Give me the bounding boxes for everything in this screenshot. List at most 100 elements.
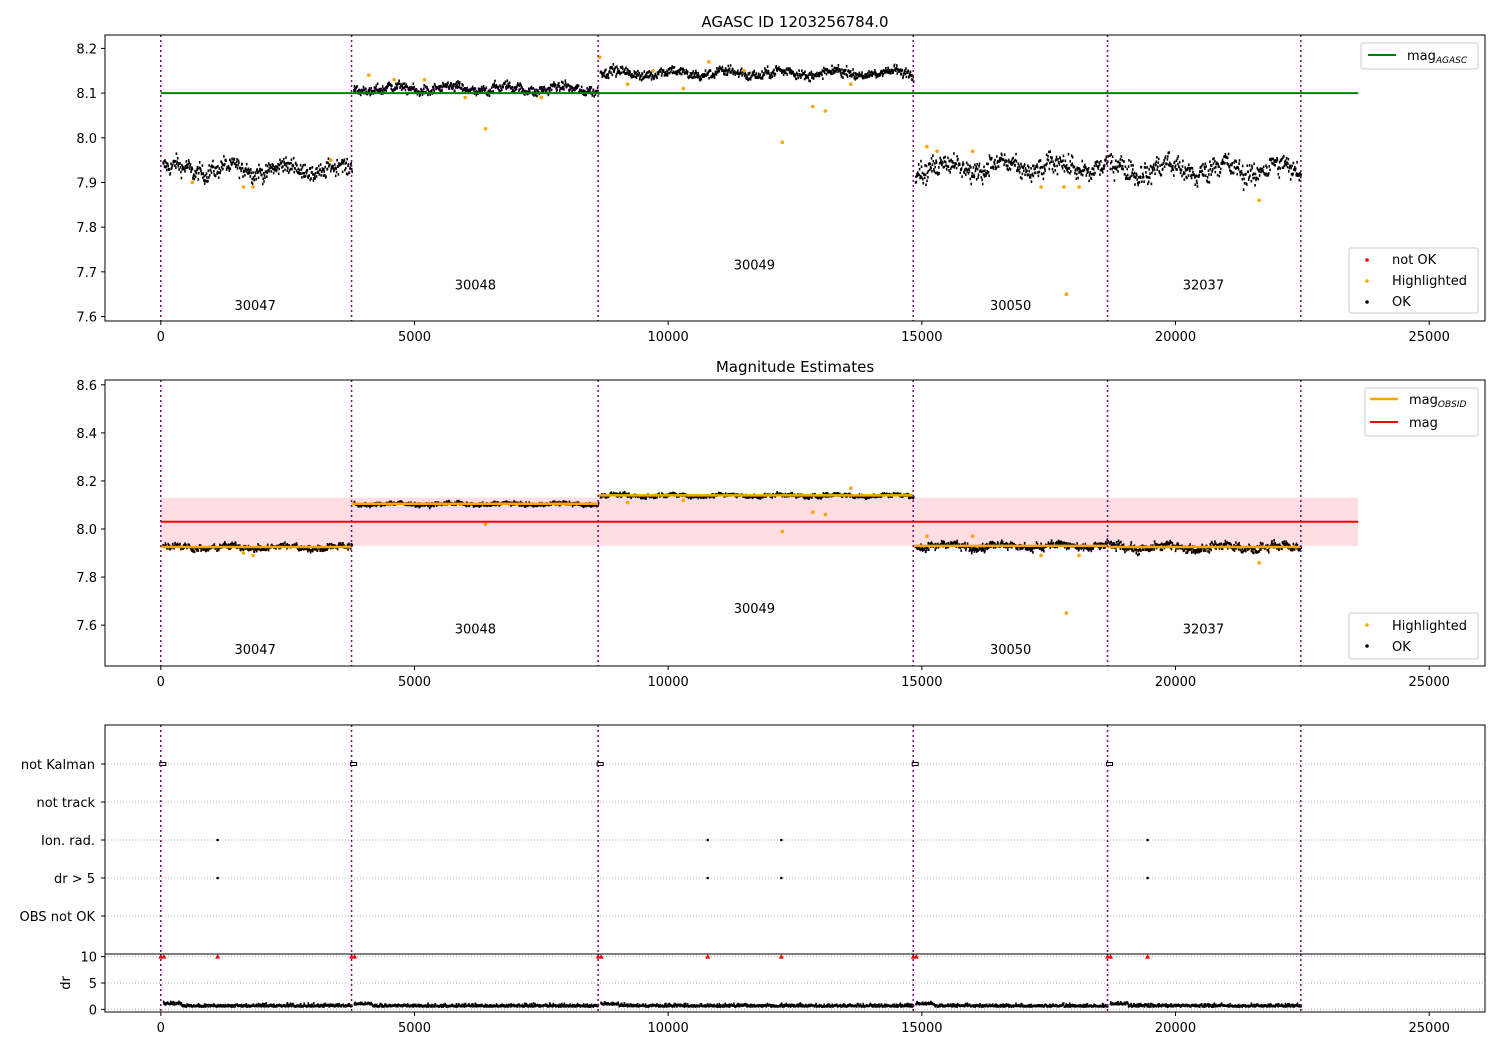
- ok-point: [1028, 169, 1030, 173]
- ok-point: [1118, 541, 1121, 545]
- ok-point: [1229, 542, 1231, 545]
- ok-point: [170, 162, 172, 166]
- ok-point: [574, 88, 576, 92]
- ok-point: [1068, 166, 1071, 170]
- ok-point: [177, 164, 179, 168]
- ok-point: [868, 70, 870, 73]
- ok-point: [334, 174, 337, 178]
- ok-point: [1062, 159, 1064, 162]
- ok-point: [1063, 170, 1066, 173]
- ok-point: [325, 161, 328, 164]
- ok-point: [1245, 172, 1247, 176]
- ok-point: [663, 70, 665, 73]
- ok-point: [1235, 541, 1237, 544]
- ok-point: [721, 65, 724, 69]
- ok-point: [732, 67, 734, 71]
- ok-point: [920, 165, 923, 168]
- highlighted-point: [651, 69, 655, 73]
- ok-point: [1007, 168, 1009, 172]
- ok-point: [261, 168, 263, 172]
- ok-point: [1215, 165, 1217, 169]
- ok-point: [817, 72, 820, 75]
- ok-point: [283, 161, 285, 164]
- ok-point: [1144, 166, 1147, 169]
- ok-point: [973, 175, 976, 179]
- ok-point: [562, 81, 564, 84]
- ok-point: [1229, 163, 1232, 166]
- ok-point: [504, 80, 507, 84]
- ok-point: [915, 180, 918, 184]
- ok-point: [312, 173, 314, 176]
- ok-point: [1141, 180, 1143, 183]
- ok-point: [1139, 176, 1142, 179]
- ok-point: [1202, 162, 1204, 166]
- ok-point: [1243, 177, 1245, 181]
- ok-point: [670, 68, 673, 71]
- ok-point: [839, 69, 841, 72]
- ok-point: [759, 73, 762, 76]
- ok-point: [1287, 157, 1290, 161]
- ok-point: [356, 85, 358, 88]
- ok-point: [896, 64, 898, 67]
- ok-point: [448, 87, 451, 90]
- ok-point: [298, 168, 301, 172]
- ok-point: [1272, 542, 1274, 546]
- ok-point: [563, 88, 565, 91]
- ok-point: [1174, 164, 1177, 167]
- ok-point: [635, 71, 637, 74]
- ok-point: [1226, 156, 1229, 160]
- ok-point: [304, 174, 307, 178]
- ok-point: [766, 65, 769, 68]
- ok-point: [213, 543, 216, 546]
- ok-point: [1209, 542, 1212, 546]
- ok-point: [799, 73, 801, 77]
- ok-point: [801, 69, 803, 72]
- ok-point: [240, 167, 242, 170]
- ok-point: [949, 171, 951, 174]
- ok-point: [949, 160, 951, 163]
- ok-point: [991, 156, 993, 160]
- ok-point: [590, 86, 593, 89]
- ok-point: [494, 79, 496, 83]
- ok-point: [558, 82, 560, 85]
- ok-point: [200, 169, 202, 173]
- ok-point: [1124, 550, 1126, 554]
- ok-point: [1188, 163, 1190, 167]
- ok-point: [1178, 165, 1181, 169]
- ok-point: [864, 73, 867, 76]
- ok-point: [1250, 179, 1253, 183]
- ok-point: [1173, 174, 1175, 177]
- ok-point: [1213, 166, 1216, 170]
- ok-point: [956, 539, 958, 543]
- ok-point: [943, 165, 946, 169]
- ok-point: [737, 69, 739, 73]
- ok-point: [347, 163, 350, 166]
- ok-point: [193, 177, 195, 181]
- ok-point: [296, 164, 298, 167]
- ok-point: [209, 168, 212, 172]
- ok-point: [1181, 174, 1183, 178]
- ok-point: [996, 155, 998, 158]
- highlighted-point: [1062, 185, 1066, 189]
- ok-point: [1162, 167, 1164, 171]
- ok-point: [213, 170, 215, 173]
- highlighted-point: [823, 109, 828, 113]
- ok-point: [1131, 174, 1133, 177]
- ok-point: [1238, 159, 1241, 162]
- ok-point: [208, 164, 210, 167]
- ok-point: [1048, 167, 1051, 171]
- ok-point: [1122, 167, 1124, 171]
- ok-point: [1003, 163, 1005, 166]
- ok-point: [1203, 173, 1205, 177]
- ok-point: [1269, 168, 1271, 172]
- ok-point: [1136, 178, 1138, 181]
- ok-point: [1211, 168, 1214, 171]
- ok-point: [645, 497, 647, 500]
- ok-point: [1156, 168, 1159, 171]
- ok-point: [488, 94, 491, 97]
- ok-point: [1117, 170, 1119, 173]
- ok-point: [940, 158, 942, 162]
- ok-point: [1191, 173, 1193, 177]
- ok-point: [976, 167, 979, 171]
- ok-point: [554, 84, 557, 87]
